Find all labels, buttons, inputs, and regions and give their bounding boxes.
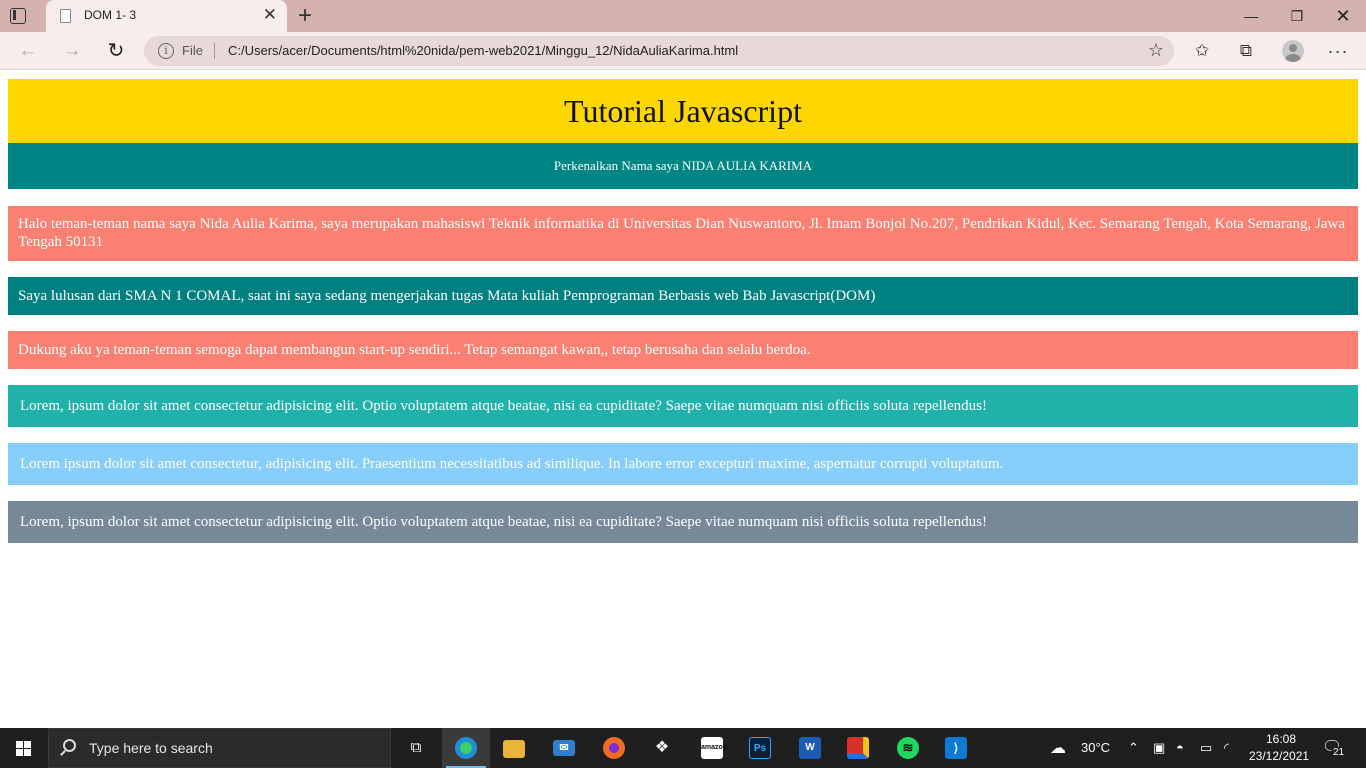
info-icon[interactable]: i <box>158 43 174 59</box>
search-icon <box>63 739 76 752</box>
page-title: Tutorial Javascript <box>564 93 802 129</box>
new-tab-icon[interactable]: + <box>294 3 316 29</box>
dropbox-icon: ❖ <box>654 739 670 756</box>
edge-icon <box>455 737 477 759</box>
forward-icon[interactable]: → <box>58 37 86 65</box>
dropbox-app[interactable]: ❖ <box>638 728 686 768</box>
vscode-icon: ⟩ <box>945 737 967 759</box>
firefox-icon <box>603 737 625 759</box>
spotify-icon: ≋ <box>897 737 919 759</box>
wifi-icon[interactable]: ◜ <box>1224 740 1229 756</box>
notification-count: 21 <box>1331 747 1347 758</box>
meet-now-icon[interactable]: ▣ <box>1153 740 1165 756</box>
weather-icon[interactable]: ☁ <box>1050 738 1066 758</box>
page-subtitle: Perkenalkan Nama saya NIDA AULIA KARIMA <box>553 158 813 173</box>
battery-icon[interactable]: ▭ <box>1200 740 1212 756</box>
task-view-button[interactable]: ⧉ <box>392 728 440 768</box>
amazon-icon: amazon <box>701 737 727 759</box>
windows-logo-icon <box>16 741 23 748</box>
folder-icon <box>503 740 525 758</box>
mail-icon: ✉ <box>553 740 575 756</box>
paragraph-intro: Halo teman-teman nama saya Nida Aulia Ka… <box>8 206 1358 261</box>
more-icon[interactable]: ··· <box>1324 37 1352 65</box>
paragraph-school: Saya lulusan dari SMA N 1 COMAL, saat in… <box>8 277 1358 315</box>
back-icon[interactable]: ← <box>14 37 42 65</box>
mail-app[interactable]: ✉ <box>540 728 588 768</box>
reload-icon[interactable]: ↻ <box>102 37 130 65</box>
address-divider <box>214 43 215 59</box>
restore-icon[interactable]: ❐ <box>1274 0 1320 32</box>
collections-icon[interactable]: ⧉ <box>1232 37 1260 65</box>
start-button[interactable] <box>0 728 48 768</box>
url-scheme-label: File <box>182 43 203 58</box>
favorites-icon[interactable]: ✩ <box>1188 37 1216 65</box>
page-content: Tutorial Javascript Perkenalkan Nama say… <box>0 70 1366 728</box>
word-icon: W <box>799 737 821 759</box>
search-placeholder: Type here to search <box>89 740 213 756</box>
close-window-icon[interactable]: ✕ <box>1320 0 1366 32</box>
windows-taskbar: Type here to search ⧉ ✉ ❖ amazon Ps W ≋ … <box>0 728 1366 768</box>
paragraph-lorem-3: Lorem, ipsum dolor sit amet consectetur … <box>8 501 1358 543</box>
browser-titlebar: DOM 1- 3 ✕ + — ❐ ✕ <box>0 0 1366 32</box>
browser-toolbar: ← → ↻ i File C:/Users/acer/Documents/htm… <box>0 32 1366 70</box>
page-icon <box>60 9 71 23</box>
profile-avatar[interactable] <box>1278 37 1306 65</box>
paint-app[interactable] <box>834 728 882 768</box>
edge-app[interactable] <box>442 728 490 768</box>
paragraph-lorem-1: Lorem, ipsum dolor sit amet consectetur … <box>8 385 1358 427</box>
paragraph-lorem-2: Lorem ipsum dolor sit amet consectetur, … <box>8 443 1358 485</box>
spotify-app[interactable]: ≋ <box>884 728 932 768</box>
page-header: Tutorial Javascript <box>8 79 1358 143</box>
task-view-icon: ⧉ <box>410 739 422 756</box>
photoshop-icon: Ps <box>749 737 771 759</box>
photoshop-app[interactable]: Ps <box>736 728 784 768</box>
clock-time[interactable]: 16:08 <box>1266 732 1296 746</box>
minimize-icon[interactable]: — <box>1228 0 1274 32</box>
url-text[interactable]: C:/Users/acer/Documents/html%20nida/pem-… <box>228 43 738 58</box>
network-icon[interactable]: ◓ <box>1176 740 1184 755</box>
paint-icon <box>847 737 869 759</box>
file-explorer-app[interactable] <box>490 728 538 768</box>
address-bar[interactable]: i File C:/Users/acer/Documents/html%20ni… <box>144 36 1174 66</box>
tab-title: DOM 1- 3 <box>84 8 137 22</box>
tab-actions-icon[interactable] <box>10 8 26 24</box>
amazon-app[interactable]: amazon <box>688 728 736 768</box>
avatar-icon <box>1282 40 1304 62</box>
close-tab-icon[interactable]: ✕ <box>263 6 277 24</box>
weather-temp[interactable]: 30°C <box>1081 740 1110 755</box>
firefox-app[interactable] <box>590 728 638 768</box>
word-app[interactable]: W <box>786 728 834 768</box>
clock-date[interactable]: 23/12/2021 <box>1249 749 1309 763</box>
paragraph-support: Dukung aku ya teman-teman semoga dapat m… <box>8 331 1358 369</box>
subtitle-bar: Perkenalkan Nama saya NIDA AULIA KARIMA <box>8 143 1358 189</box>
chevron-up-icon[interactable]: ⌃ <box>1128 740 1139 756</box>
add-favorite-icon[interactable]: ☆ <box>1148 40 1164 61</box>
taskbar-search[interactable]: Type here to search <box>48 728 391 768</box>
browser-tab[interactable]: DOM 1- 3 ✕ <box>46 0 287 32</box>
vscode-app[interactable]: ⟩ <box>932 728 980 768</box>
